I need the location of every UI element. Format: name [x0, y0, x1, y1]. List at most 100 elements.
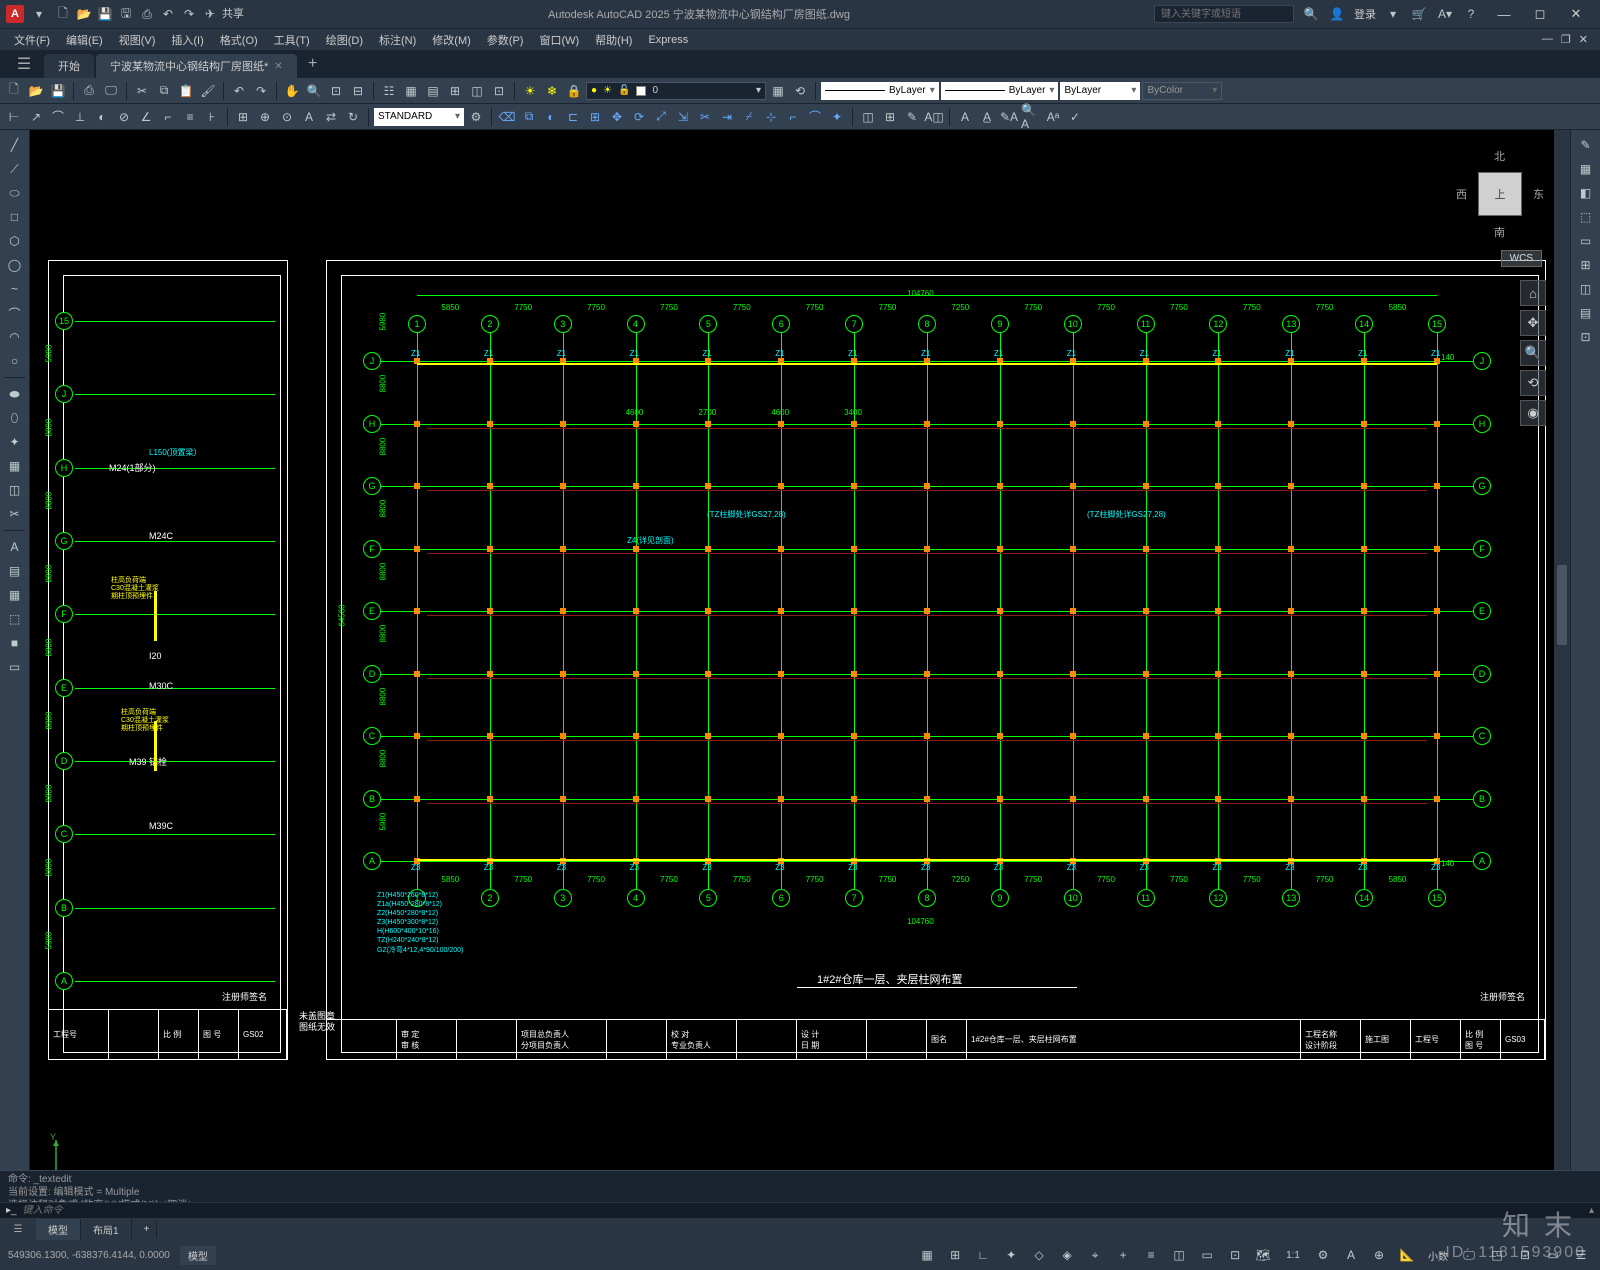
txt-find-icon[interactable]: 🔍A: [1021, 107, 1041, 127]
nav-btn-3[interactable]: ⟲: [1520, 370, 1546, 396]
draw-tool-11[interactable]: ⬯: [3, 407, 27, 429]
sb-tpy-icon[interactable]: ◫: [1168, 1244, 1190, 1266]
dim-linear-icon[interactable]: ⊢: [4, 107, 24, 127]
palette-tool-4[interactable]: ▭: [1574, 230, 1598, 252]
palette-tool-7[interactable]: ▤: [1574, 302, 1598, 324]
command-input[interactable]: [23, 1205, 1583, 1216]
tb-zoomwin-icon[interactable]: ⊡: [326, 81, 346, 101]
mod-trim-icon[interactable]: ✂: [695, 107, 715, 127]
draw-tool-18[interactable]: ▦: [3, 584, 27, 606]
tb-copy-icon[interactable]: ⧉: [154, 81, 174, 101]
sb-qp-icon[interactable]: ▭: [1196, 1244, 1218, 1266]
plot-icon[interactable]: ⎙: [138, 5, 156, 23]
dim-base-icon[interactable]: ≡: [180, 107, 200, 127]
tb-layer3-icon[interactable]: 🔒: [564, 81, 584, 101]
mod-scale-icon[interactable]: ⤢: [651, 107, 671, 127]
sb-model-label[interactable]: 模型: [180, 1246, 216, 1265]
nav-btn-1[interactable]: ✥: [1520, 310, 1546, 336]
tb-markup-icon[interactable]: ◫: [467, 81, 487, 101]
tb-cut-icon[interactable]: ✂: [132, 81, 152, 101]
draw-tool-0[interactable]: ╱: [3, 134, 27, 156]
sb-anno-icon[interactable]: A: [1340, 1244, 1362, 1266]
dim-edit-icon[interactable]: A: [299, 107, 319, 127]
mod-break-icon[interactable]: ⌿: [739, 107, 759, 127]
menu-modify[interactable]: 修改(M): [424, 29, 479, 51]
draw-tool-8[interactable]: ◠: [3, 326, 27, 348]
palette-tool-8[interactable]: ⊡: [1574, 326, 1598, 348]
draw-tool-5[interactable]: ◯: [3, 254, 27, 276]
draw-tool-14[interactable]: ◫: [3, 479, 27, 501]
help-icon[interactable]: ?: [1462, 5, 1480, 23]
tb-paste-icon[interactable]: 📋: [176, 81, 196, 101]
vertical-scrollbar[interactable]: [1554, 130, 1570, 1218]
tb-layprev-icon[interactable]: ⟲: [790, 81, 810, 101]
tb-undo-icon[interactable]: ↶: [229, 81, 249, 101]
blk-make-icon[interactable]: ◫: [858, 107, 878, 127]
dim-tedit-icon[interactable]: ⇄: [321, 107, 341, 127]
sb-polar-icon[interactable]: ✦: [1000, 1244, 1022, 1266]
save-icon[interactable]: 💾: [96, 5, 114, 23]
layout-tab-add[interactable]: +: [132, 1221, 157, 1238]
tb-preview-icon[interactable]: 🖵: [101, 81, 121, 101]
txt-mtext-icon[interactable]: A: [955, 107, 975, 127]
txt-spell-icon[interactable]: ✓: [1065, 107, 1085, 127]
mod-copy-icon[interactable]: ⧉: [519, 107, 539, 127]
blk-attr-icon[interactable]: A◫: [924, 107, 944, 127]
dim-jog-icon[interactable]: ⌐: [158, 107, 178, 127]
tb-layer2-icon[interactable]: ❄: [542, 81, 562, 101]
layer-dropdown[interactable]: ●☀🔓 0 ▾: [586, 82, 766, 100]
sb-scale-dropdown[interactable]: 1:1: [1280, 1250, 1306, 1261]
command-history[interactable]: 命令: _textedit 当前设置: 编辑模式 = Multiple 选择注释…: [0, 1171, 1600, 1202]
tb-new-icon[interactable]: 🗋: [4, 81, 24, 101]
dim-dia-icon[interactable]: ⊘: [114, 107, 134, 127]
draw-tool-2[interactable]: ⬭: [3, 182, 27, 204]
tb-match-icon[interactable]: 🖌: [198, 81, 218, 101]
doc-restore-button[interactable]: ❐: [1561, 33, 1571, 46]
menu-draw[interactable]: 绘图(D): [318, 29, 371, 51]
share-icon[interactable]: ✈: [201, 5, 219, 23]
menu-dim[interactable]: 标注(N): [371, 29, 424, 51]
menu-edit[interactable]: 编辑(E): [58, 29, 111, 51]
palette-tool-3[interactable]: ⬚: [1574, 206, 1598, 228]
command-line[interactable]: ▸_ ▴: [0, 1202, 1600, 1218]
close-button[interactable]: ✕: [1558, 2, 1594, 26]
nav-btn-2[interactable]: 🔍: [1520, 340, 1546, 366]
tb-redo-icon[interactable]: ↷: [251, 81, 271, 101]
login-label[interactable]: 登录: [1354, 6, 1376, 22]
dim-arc-icon[interactable]: ⌒: [48, 107, 68, 127]
menu-tools[interactable]: 工具(T): [266, 29, 318, 51]
mod-erase-icon[interactable]: ⌫: [497, 107, 517, 127]
palette-tool-6[interactable]: ◫: [1574, 278, 1598, 300]
draw-tool-1[interactable]: ⟋: [3, 158, 27, 180]
sb-lwt-icon[interactable]: ≡: [1140, 1244, 1162, 1266]
redo-icon[interactable]: ↷: [180, 5, 198, 23]
draw-tool-4[interactable]: ⬡: [3, 230, 27, 252]
sb-otrack-icon[interactable]: ⌖: [1084, 1244, 1106, 1266]
open-icon[interactable]: 📂: [75, 5, 93, 23]
info-icon[interactable]: 🛒: [1410, 5, 1428, 23]
layout-tab-1[interactable]: 布局1: [81, 1219, 132, 1240]
tb-open-icon[interactable]: 📂: [26, 81, 46, 101]
draw-tool-10[interactable]: ⬬: [3, 383, 27, 405]
prop-linetype-dropdown[interactable]: ByLayer▾: [821, 82, 939, 100]
sb-gear-icon[interactable]: ⚙: [1312, 1244, 1334, 1266]
tb-zoom-icon[interactable]: 🔍: [304, 81, 324, 101]
search-icon[interactable]: 🔍: [1302, 5, 1320, 23]
blk-insert-icon[interactable]: ⊞: [880, 107, 900, 127]
nav-btn-4[interactable]: ◉: [1520, 400, 1546, 426]
menu-file[interactable]: 文件(F): [6, 29, 58, 51]
sb-dyn-icon[interactable]: +: [1112, 1244, 1134, 1266]
dim-insp-icon[interactable]: ⊙: [277, 107, 297, 127]
mod-move-icon[interactable]: ✥: [607, 107, 627, 127]
draw-tool-17[interactable]: ▤: [3, 560, 27, 582]
dimstyle-dropdown[interactable]: STANDARD▾: [374, 108, 464, 126]
sb-sc-icon[interactable]: ⊡: [1224, 1244, 1246, 1266]
menu-format[interactable]: 格式(O): [212, 29, 266, 51]
help-search-input[interactable]: [1154, 5, 1294, 23]
draw-tool-9[interactable]: ○: [3, 350, 27, 372]
txt-style-icon[interactable]: Aᵃ: [1043, 107, 1063, 127]
app-menu-icon[interactable]: A▾: [1436, 5, 1454, 23]
tb-zoomprev-icon[interactable]: ⊟: [348, 81, 368, 101]
palette-tool-0[interactable]: ✎: [1574, 134, 1598, 156]
doc-close-button[interactable]: ✕: [1579, 33, 1588, 46]
